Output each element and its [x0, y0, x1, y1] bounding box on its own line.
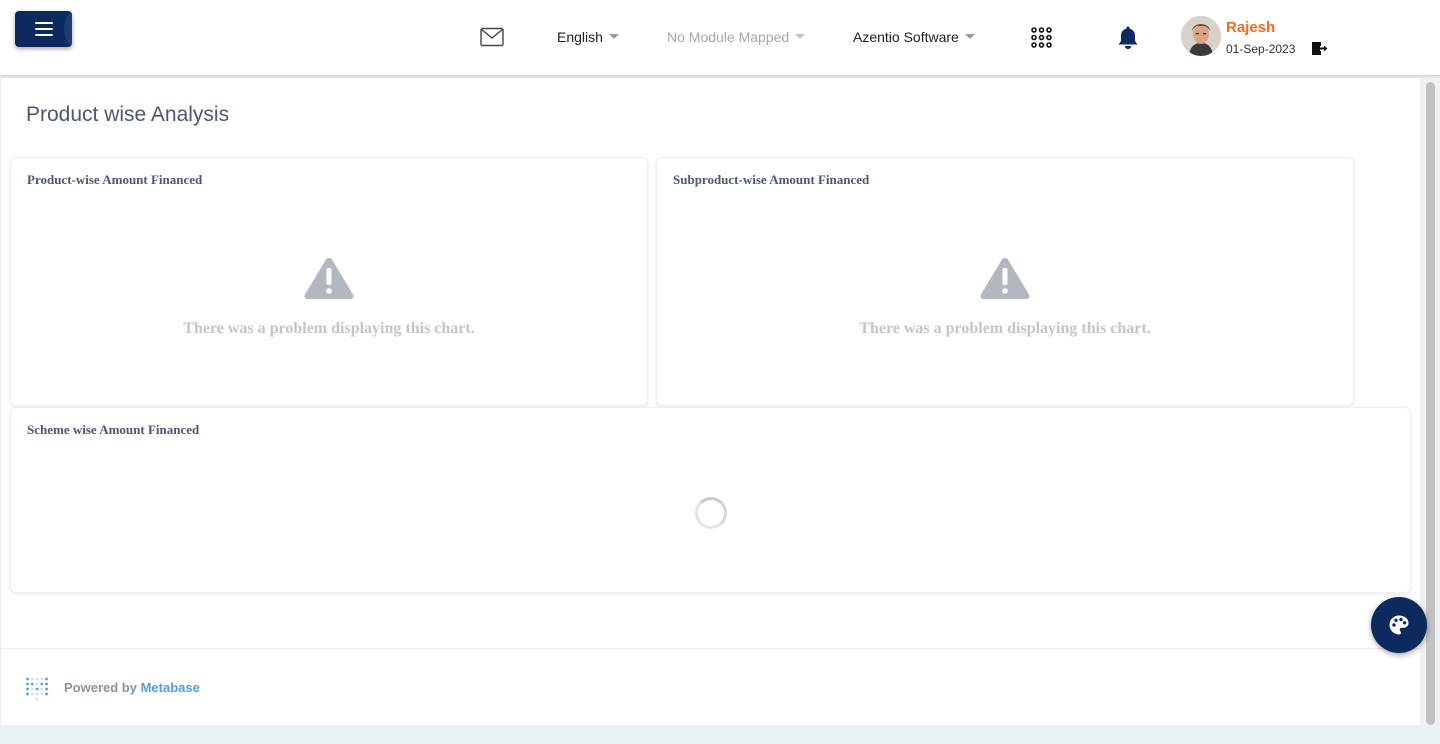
menu-toggle-button[interactable] — [15, 11, 72, 47]
chevron-down-icon — [608, 33, 619, 39]
chevron-down-icon — [964, 33, 975, 39]
user-name[interactable]: Rajesh — [1226, 19, 1275, 36]
footer-divider — [1, 648, 1421, 649]
powered-by-text: Powered by Metabase — [64, 680, 200, 695]
card-title[interactable]: Product-wise Amount Financed — [27, 172, 202, 188]
dashboard-content: Product wise Analysis Product-wise Amoun… — [0, 78, 1421, 725]
user-date: 01-Sep-2023 — [1226, 42, 1296, 56]
palette-icon — [1389, 615, 1409, 635]
chart-card-scheme: Scheme wise Amount Financed — [10, 407, 1411, 593]
loading-spinner — [695, 497, 727, 529]
logout-icon[interactable] — [1311, 41, 1328, 56]
warning-icon — [304, 258, 354, 299]
powered-by-label: Powered by — [64, 680, 137, 695]
chart-card-product: Product-wise Amount Financed There was a… — [10, 157, 648, 406]
avatar[interactable] — [1181, 16, 1221, 56]
chart-error-message: There was a problem displaying this char… — [859, 320, 1151, 337]
module-dropdown[interactable]: No Module Mapped — [667, 29, 806, 45]
bell-icon[interactable] — [1117, 25, 1139, 50]
scrollbar-thumb[interactable] — [1426, 82, 1435, 725]
company-dropdown[interactable]: Azentio Software — [853, 29, 975, 45]
chart-card-subproduct: Subproduct-wise Amount Financed There wa… — [656, 157, 1354, 406]
chevron-down-icon — [795, 33, 806, 39]
menu-icon — [35, 22, 53, 36]
apps-grid-icon[interactable] — [1031, 27, 1052, 48]
language-dropdown[interactable]: English — [557, 29, 619, 45]
bottom-strip — [0, 725, 1440, 744]
mail-icon[interactable] — [480, 27, 504, 47]
language-label: English — [557, 29, 603, 45]
top-header: English No Module Mapped Azentio Softwar… — [0, 0, 1440, 76]
card-title[interactable]: Subproduct-wise Amount Financed — [673, 172, 869, 188]
company-label: Azentio Software — [853, 29, 959, 45]
theme-palette-button[interactable] — [1371, 597, 1427, 653]
chart-error-message: There was a problem displaying this char… — [183, 320, 475, 337]
metabase-logo-icon[interactable] — [25, 675, 49, 701]
module-label: No Module Mapped — [667, 29, 790, 45]
warning-icon — [980, 258, 1030, 299]
metabase-link[interactable]: Metabase — [141, 680, 200, 695]
page-title: Product wise Analysis — [26, 103, 230, 126]
card-title[interactable]: Scheme wise Amount Financed — [27, 422, 199, 438]
